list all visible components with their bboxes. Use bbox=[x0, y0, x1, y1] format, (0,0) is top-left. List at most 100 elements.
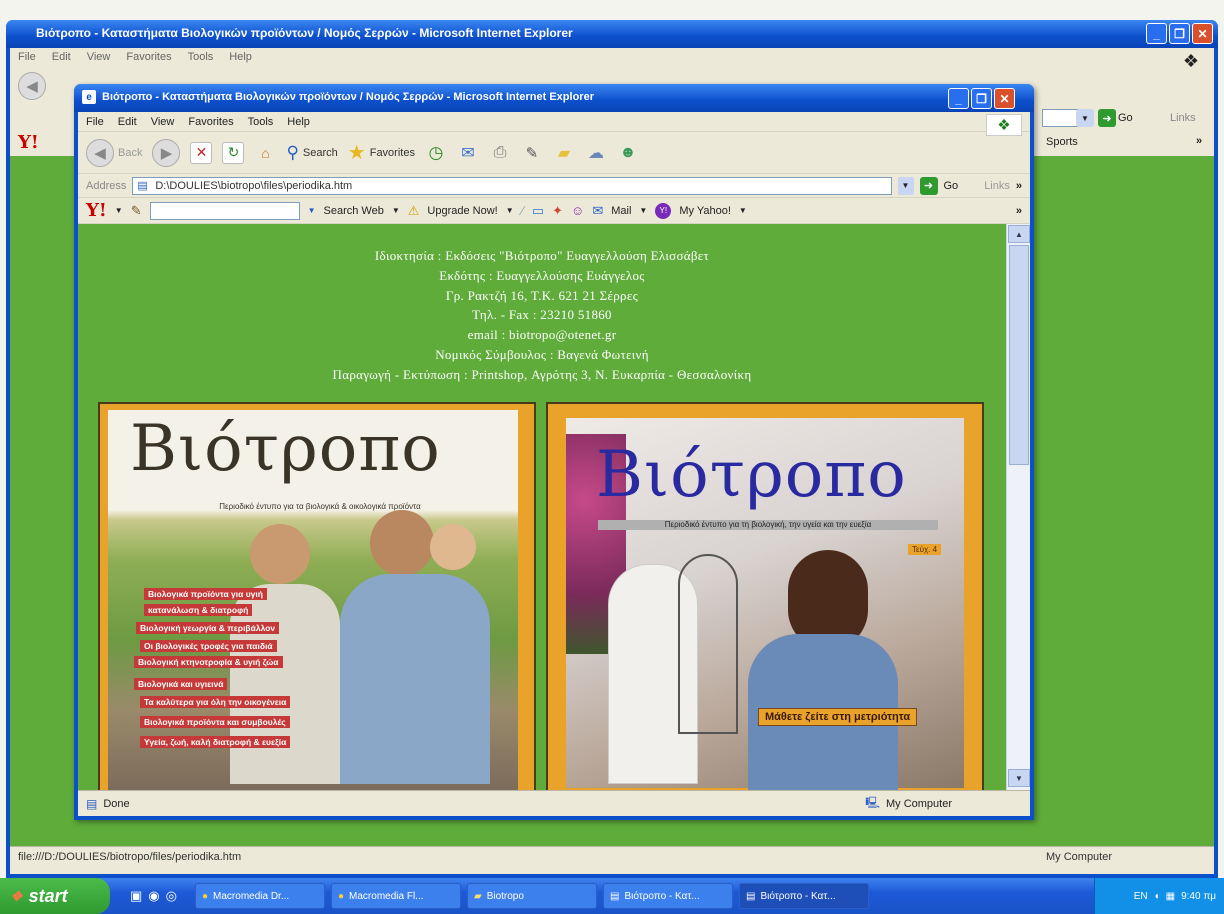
menu-view[interactable]: View bbox=[151, 116, 175, 128]
antispy-icon[interactable]: ✦ bbox=[552, 203, 563, 219]
my-yahoo-dropdown-icon[interactable]: ▼ bbox=[739, 206, 747, 215]
info-line-phone: Τηλ. - Fax : 23210 51860 bbox=[472, 307, 612, 323]
go-label[interactable]: Go bbox=[944, 180, 959, 192]
address-dropdown-icon[interactable]: ▼ bbox=[897, 176, 914, 195]
bg-go-icon[interactable]: ➜ bbox=[1098, 109, 1116, 127]
messenger-icon[interactable]: ☻ bbox=[617, 142, 639, 164]
fg-window-buttons: _ ❐ ✕ bbox=[948, 88, 1015, 109]
messenger-smiley-icon[interactable]: ☺ bbox=[571, 203, 584, 218]
address-label: Address bbox=[86, 179, 127, 192]
cover-1-tagline: Υγεία, ζωή, καλή διατροφή & ευεξία bbox=[140, 736, 291, 748]
folder-icon: ▰ bbox=[473, 890, 482, 902]
my-yahoo-button[interactable]: My Yahoo! bbox=[679, 205, 731, 217]
search-dropdown-icon[interactable]: ▼ bbox=[308, 206, 316, 215]
clock[interactable]: 9:40 πμ bbox=[1181, 891, 1216, 902]
publisher-info: Ιδιοκτησία : Εκδόσεις "Βιότροπο" Ευαγγελ… bbox=[78, 246, 1006, 385]
mail-icon[interactable]: ✉ bbox=[457, 142, 479, 164]
stop-icon[interactable]: ✕ bbox=[190, 141, 213, 164]
scroll-thumb[interactable] bbox=[1009, 245, 1029, 465]
bg-menu-edit[interactable]: Edit bbox=[52, 51, 71, 63]
taskbar-item-active[interactable]: ▤ Βιότροπο - Κατ... bbox=[738, 883, 869, 909]
upgrade-dropdown-icon[interactable]: ▼ bbox=[506, 206, 514, 215]
ie-icon: ▤ bbox=[609, 890, 620, 902]
minimize-icon[interactable]: _ bbox=[1146, 23, 1167, 44]
network-icon[interactable]: ▦ bbox=[1166, 891, 1175, 902]
folder-icon[interactable]: ▰ bbox=[553, 142, 575, 164]
quicklaunch-media-icon[interactable]: ◉ bbox=[148, 888, 159, 904]
links-chevron-icon[interactable]: » bbox=[1016, 180, 1022, 192]
pencil-icon[interactable]: ✎ bbox=[131, 203, 142, 219]
info-line-owner: Ιδιοκτησία : Εκδόσεις "Βιότροπο" Ευαγγελ… bbox=[374, 248, 710, 263]
bg-yahoo-logo[interactable]: Y! bbox=[18, 132, 39, 153]
menu-file[interactable]: File bbox=[86, 116, 104, 128]
scroll-up-icon[interactable]: ▲ bbox=[1008, 225, 1030, 243]
mail-dropdown-icon[interactable]: ▼ bbox=[639, 206, 647, 215]
close-icon[interactable]: ✕ bbox=[1192, 23, 1213, 44]
refresh-icon[interactable]: ↻ bbox=[222, 141, 245, 164]
cover-2-issue-tag: Τεύχ. 4 bbox=[908, 544, 942, 555]
restore-icon[interactable]: ❐ bbox=[1169, 23, 1190, 44]
start-button[interactable]: ❖ start bbox=[0, 878, 110, 914]
bg-menu-tools[interactable]: Tools bbox=[188, 51, 214, 63]
yahoo-mail-button[interactable]: Mail bbox=[611, 205, 631, 217]
taskbar-item[interactable]: ● Macromedia Dr... bbox=[194, 883, 325, 909]
bg-menu-view[interactable]: View bbox=[87, 51, 111, 63]
bg-window-titlebar[interactable]: Βιότροπο - Καταστήματα Βιολογικών προϊόν… bbox=[6, 20, 1218, 48]
vertical-scrollbar[interactable]: ▲ ▼ bbox=[1006, 224, 1030, 790]
discuss-icon[interactable]: ☁ bbox=[585, 142, 607, 164]
magazine-cover-2[interactable]: Βιότροπο Περιοδικό έντυπο για τη βιολογι… bbox=[546, 402, 984, 790]
info-line-email[interactable]: email : biotropo@otenet.gr bbox=[78, 325, 1006, 345]
restore-icon[interactable]: ❐ bbox=[971, 88, 992, 109]
search-button[interactable]: ⚲ Search bbox=[286, 143, 337, 163]
search-web-dropdown-icon[interactable]: ▼ bbox=[392, 206, 400, 215]
taskbar-item[interactable]: ● Macromedia Fl... bbox=[330, 883, 461, 909]
taskbar-item[interactable]: ▰ Biotropo bbox=[466, 883, 597, 909]
bg-menu-help[interactable]: Help bbox=[229, 51, 252, 63]
history-icon[interactable]: ◷ bbox=[425, 142, 447, 164]
highlight-icon[interactable]: ⁄ bbox=[522, 203, 524, 218]
bg-links-label[interactable]: Links bbox=[1170, 112, 1196, 124]
volume-icon[interactable]: ◖ bbox=[1154, 891, 1160, 902]
home-icon[interactable]: ⌂ bbox=[254, 142, 276, 164]
bg-toolbar-chevron-icon[interactable]: » bbox=[1196, 135, 1202, 147]
print-icon[interactable]: ⎙ bbox=[489, 142, 511, 164]
bg-menu-file[interactable]: File bbox=[18, 51, 36, 63]
bg-menu-favorites[interactable]: Favorites bbox=[126, 51, 171, 63]
cover-1-tagline: Βιολογική κτηνοτροφία & υγιή ζώα bbox=[134, 656, 283, 668]
close-icon[interactable]: ✕ bbox=[994, 88, 1015, 109]
yahoo-logo[interactable]: Y! bbox=[86, 200, 107, 221]
favorites-button[interactable]: ★ Favorites bbox=[348, 140, 415, 165]
quicklaunch-desktop-icon[interactable]: ▣ bbox=[130, 888, 142, 904]
bg-go-label[interactable]: Go bbox=[1118, 112, 1133, 124]
menu-tools[interactable]: Tools bbox=[248, 116, 274, 128]
scroll-down-icon[interactable]: ▼ bbox=[1008, 769, 1030, 787]
address-input[interactable]: ▤ D:\DOULIES\biotropo\files\periodika.ht… bbox=[132, 176, 892, 195]
menu-edit[interactable]: Edit bbox=[118, 116, 137, 128]
yahoo-chevron-icon[interactable]: » bbox=[1016, 205, 1022, 217]
edit-icon[interactable]: ✎ bbox=[521, 142, 543, 164]
bg-back-icon[interactable]: ◀ bbox=[18, 72, 46, 100]
fg-window-titlebar[interactable]: Βιότροπο - Καταστήματα Βιολογικών προϊόν… bbox=[74, 84, 1034, 112]
links-label[interactable]: Links bbox=[984, 180, 1010, 192]
menu-favorites[interactable]: Favorites bbox=[188, 116, 233, 128]
back-button[interactable]: ◀ Back bbox=[86, 138, 142, 167]
quicklaunch-ie-icon[interactable]: ◎ bbox=[166, 888, 177, 904]
yahoo-dropdown-icon[interactable]: ▼ bbox=[115, 206, 123, 215]
bg-dropdown-icon[interactable]: ▼ bbox=[1076, 109, 1094, 127]
minimize-icon[interactable]: _ bbox=[948, 88, 969, 109]
menu-help[interactable]: Help bbox=[287, 116, 310, 128]
bg-status-bar: file:///D:/DOULIES/biotropo/files/period… bbox=[10, 846, 1214, 870]
language-indicator[interactable]: EN bbox=[1134, 891, 1148, 902]
fg-window-client: File Edit View Favorites Tools Help ❖ ◀ … bbox=[78, 112, 1030, 816]
upgrade-button[interactable]: Upgrade Now! bbox=[427, 205, 497, 217]
forward-arrow-icon[interactable]: ▶ bbox=[152, 138, 181, 167]
cover-1-tagline: Βιολογικά και υγιεινά bbox=[134, 678, 228, 690]
search-web-button[interactable]: Search Web bbox=[324, 205, 384, 217]
bg-sports-label[interactable]: Sports bbox=[1046, 136, 1078, 148]
envelope-icon[interactable]: ▭ bbox=[532, 203, 544, 219]
magazine-cover-1[interactable]: Βιότροπο Περιοδικό έντυπο για τα βιολογι… bbox=[98, 402, 536, 790]
yahoo-search-input[interactable] bbox=[149, 201, 300, 220]
bg-status-text: file:///D:/DOULIES/biotropo/files/period… bbox=[18, 851, 242, 863]
go-arrow-icon[interactable]: ➜ bbox=[919, 176, 938, 195]
taskbar-item[interactable]: ▤ Βιότροπο - Κατ... bbox=[602, 883, 733, 909]
